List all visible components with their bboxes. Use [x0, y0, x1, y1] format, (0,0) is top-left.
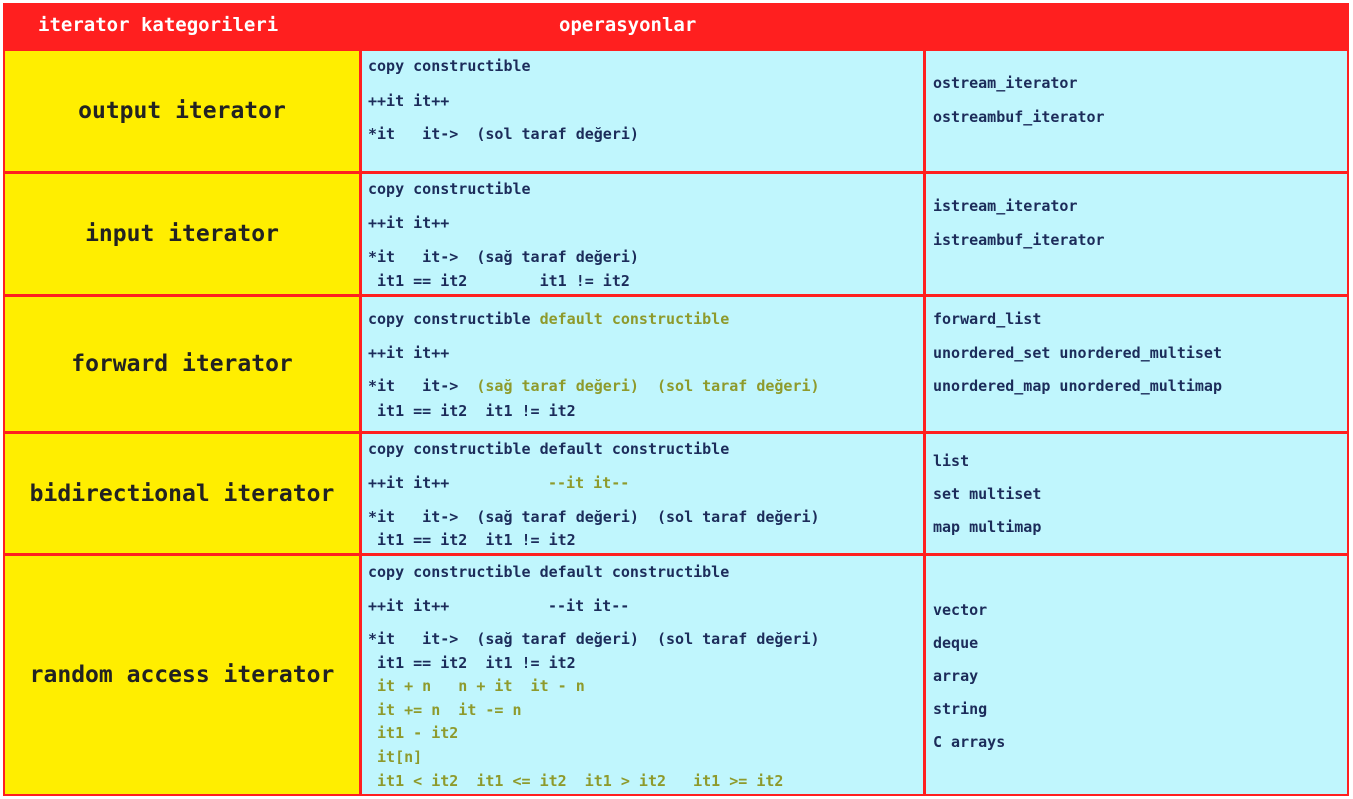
op-line: it[n] [368, 748, 423, 766]
op-line: ++it it++ [368, 597, 450, 615]
op-line: ++it it++ [368, 214, 450, 232]
op-line: *it it-> (sağ taraf değeri) (sol taraf d… [368, 508, 820, 526]
table-header: iterator kategorileri operasyonlar [3, 3, 1349, 49]
op-decrement: --it it-- [548, 597, 630, 615]
header-operations: operasyonlar [559, 14, 697, 36]
operations-bidirectional: copy constructible default constructible… [362, 434, 923, 553]
containers-random-access: vector deque array string C arrays [926, 556, 1347, 794]
container-line: list [933, 452, 970, 470]
op-line: copy constructible default constructible [368, 440, 730, 458]
operations-forward: copy constructible default constructible… [362, 297, 923, 431]
containers-output: ostream_iterator ostreambuf_iterator [926, 51, 1347, 171]
op-line: it + n n + it it - n [368, 677, 585, 695]
table-row-output: output iterator copy constructible ++it … [3, 51, 1349, 171]
op-line: *it it-> (sağ taraf değeri) (sol taraf d… [368, 630, 820, 648]
container-line: forward_list [933, 310, 1042, 328]
table-row-random-access: random access iterator copy constructibl… [3, 556, 1349, 794]
op-line: copy constructible [368, 180, 531, 198]
op-line: it += n it -= n [368, 701, 522, 719]
op-line: ++it it++ [368, 474, 450, 492]
op-line: ++it it++ [368, 92, 450, 110]
container-line: string [933, 700, 988, 718]
op-line: copy constructible default constructible [368, 310, 729, 328]
container-line: set multiset [933, 485, 1042, 503]
op-line: it1 < it2 it1 <= it2 it1 > it2 it1 >= it… [368, 772, 784, 790]
container-line: vector [933, 601, 988, 619]
container-line: map multimap [933, 518, 1042, 536]
category-bidirectional-iterator: bidirectional iterator [5, 434, 359, 553]
container-line: ostreambuf_iterator [933, 108, 1105, 126]
operations-output: copy constructible ++it it++ *it it-> (s… [362, 51, 923, 171]
containers-input: istream_iterator istreambuf_iterator [926, 174, 1347, 294]
container-line: ostream_iterator [933, 74, 1078, 92]
op-deref: *it it-> [368, 377, 477, 395]
op-line: it1 == it2 it1 != it2 [368, 272, 630, 290]
op-line: it1 == it2 it1 != it2 [368, 402, 576, 420]
op-line: ++it it++ [368, 344, 450, 362]
op-copy-constructible: copy constructible [368, 310, 531, 328]
table-row-bidirectional: bidirectional iterator copy constructibl… [3, 434, 1349, 553]
category-forward-iterator: forward iterator [5, 297, 359, 431]
op-line: copy constructible default constructible [368, 563, 730, 581]
container-line: istream_iterator [933, 197, 1078, 215]
op-line: it1 == it2 it1 != it2 [368, 531, 576, 549]
category-random-access-iterator: random access iterator [5, 556, 359, 794]
operations-random-access: copy constructible default constructible… [362, 556, 923, 794]
op-decrement: --it it-- [548, 474, 630, 492]
containers-forward: forward_list unordered_set unordered_mul… [926, 297, 1347, 431]
container-line: unordered_set unordered_multiset [933, 344, 1222, 362]
table-row-input: input iterator copy constructible ++it i… [3, 174, 1349, 294]
table-row-forward: forward iterator copy constructible defa… [3, 297, 1349, 431]
op-line: copy constructible [368, 57, 531, 75]
header-category: iterator kategorileri [38, 14, 279, 36]
category-output-iterator: output iterator [5, 51, 359, 171]
op-line: *it it-> (sağ taraf değeri) (sol taraf d… [368, 377, 820, 395]
operations-input: copy constructible ++it it++ *it it-> (s… [362, 174, 923, 294]
category-input-iterator: input iterator [5, 174, 359, 294]
op-line: it1 == it2 it1 != it2 [368, 654, 576, 672]
op-default-constructible: default constructible [539, 310, 730, 328]
container-line: array [933, 667, 979, 685]
op-line: it1 - it2 [368, 724, 459, 742]
op-line: *it it-> (sağ taraf değeri) [368, 248, 639, 266]
container-line: unordered_map unordered_multimap [933, 377, 1222, 395]
container-line: C arrays [933, 733, 1006, 751]
container-line: deque [933, 634, 979, 652]
container-line: istreambuf_iterator [933, 231, 1105, 249]
containers-bidirectional: list set multiset map multimap [926, 434, 1347, 553]
op-value-categories: (sağ taraf değeri) (sol taraf değeri) [476, 377, 820, 395]
op-line: *it it-> (sol taraf değeri) [368, 125, 639, 143]
iterator-table: iterator kategorileri operasyonlar outpu… [3, 3, 1349, 796]
